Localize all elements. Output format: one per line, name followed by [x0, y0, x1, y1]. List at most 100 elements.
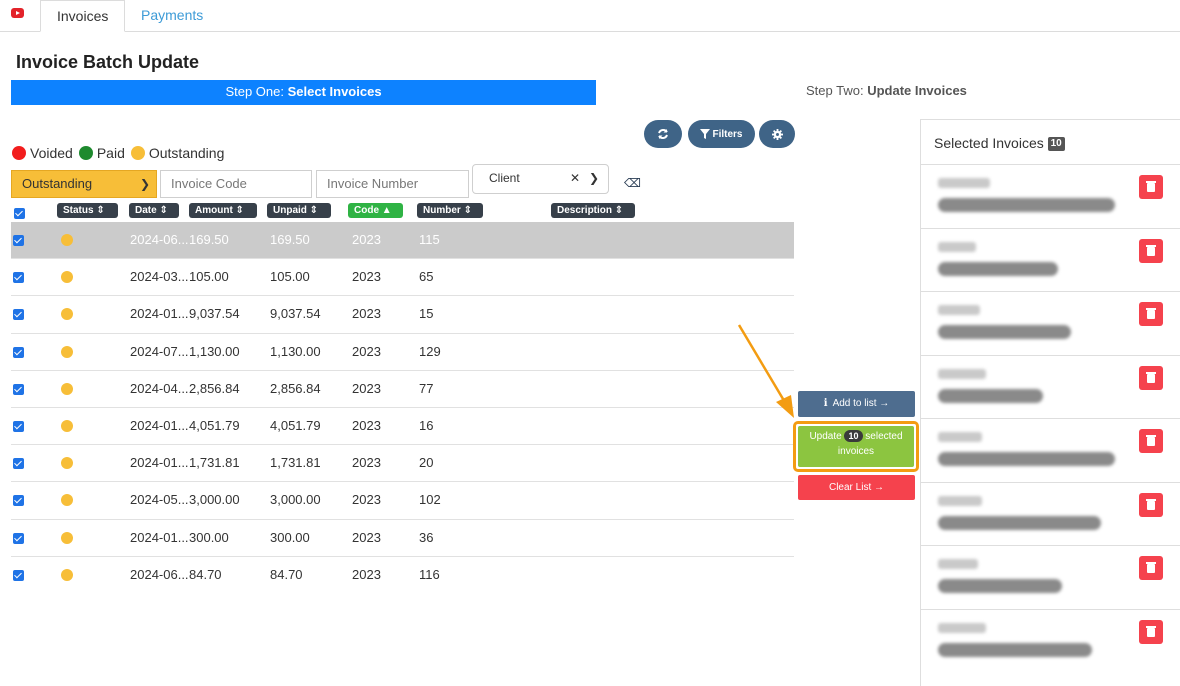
row-unpaid: 169.50 [270, 232, 310, 247]
row-code: 2023 [352, 529, 381, 545]
trash-icon[interactable] [1139, 365, 1163, 390]
column-header-label: Number [423, 205, 461, 216]
eraser-icon[interactable]: ⌫ [624, 176, 641, 190]
column-header-label: Code [354, 205, 379, 216]
update-selected-button[interactable]: Update 10 selected invoices [798, 426, 914, 467]
row-unpaid: 9,037.54 [270, 306, 321, 322]
row-checkbox[interactable] [13, 272, 24, 284]
trash-icon[interactable] [1139, 619, 1163, 644]
row-checkbox[interactable] [13, 532, 24, 544]
client-label: Client [489, 171, 520, 185]
redacted-client [938, 515, 1101, 530]
legend-voided: Voided [30, 145, 73, 161]
table-row[interactable]: 2024-06... 169.50 169.50 2023 115 [11, 222, 794, 260]
clear-list-button[interactable]: Clear List → [798, 475, 915, 500]
redacted-client [938, 325, 1071, 339]
table-row[interactable]: 2024-01... 300.00 300.00 2023 36 [11, 520, 794, 557]
step-one-prefix: Step One: [225, 84, 284, 99]
table-row[interactable]: 2024-07... 1,130.00 1,130.00 2023 129 [11, 334, 794, 371]
status-dot [61, 419, 73, 432]
row-checkbox[interactable] [13, 346, 24, 358]
update-count-badge: 10 [844, 430, 863, 442]
selected-invoices-title: Selected Invoices [934, 135, 1044, 151]
selected-invoices-header: Selected Invoices 10 [921, 120, 1180, 165]
refresh-button[interactable] [644, 120, 682, 148]
row-checkbox[interactable] [13, 458, 24, 470]
column-header-amount[interactable]: Amount ⇕ [189, 203, 257, 218]
row-code: 2023 [352, 269, 381, 285]
redacted-client [938, 261, 1058, 276]
settings-button[interactable] [759, 120, 795, 148]
trash-icon[interactable] [1139, 175, 1163, 199]
row-date: 2024-06... [130, 232, 189, 247]
selected-invoice-item [921, 546, 1180, 610]
select-all-checkbox[interactable] [14, 208, 25, 219]
column-header-description[interactable]: Description ⇕ [551, 203, 635, 218]
chevron-down-icon[interactable]: ❯ [589, 165, 599, 191]
row-checkbox[interactable] [13, 495, 24, 507]
column-header-label: Amount [195, 205, 233, 216]
redacted-code [938, 559, 978, 569]
tab-payments[interactable]: Payments [125, 0, 219, 32]
status-legend: Voided Paid Outstanding [12, 145, 230, 161]
status-dot [61, 457, 73, 470]
column-header-number[interactable]: Number ⇕ [417, 203, 483, 218]
redacted-code [938, 495, 982, 506]
invoice-code-input[interactable]: Invoice Code [160, 170, 312, 198]
row-unpaid: 1,130.00 [270, 343, 321, 359]
row-number: 115 [419, 232, 440, 247]
selected-invoice-item [921, 483, 1180, 546]
step-one-label: Select Invoices [287, 84, 382, 99]
invoice-number-input[interactable]: Invoice Number [316, 170, 469, 198]
clear-list-label: Clear List [828, 482, 872, 493]
status-filter-select[interactable]: Outstanding ❯ [11, 170, 157, 198]
client-select[interactable]: Client ✕ ❯ [472, 164, 609, 194]
row-code: 2023 [352, 492, 381, 508]
tab-invoices[interactable]: Invoices [40, 0, 126, 32]
clear-icon[interactable]: ✕ [570, 165, 580, 191]
tab-bar: Invoices Payments [0, 0, 1180, 32]
trash-icon[interactable] [1139, 492, 1163, 517]
row-checkbox[interactable] [13, 383, 24, 395]
table-row[interactable]: 2024-05... 3,000.00 3,000.00 2023 102 [11, 482, 794, 520]
youtube-icon[interactable] [11, 8, 24, 18]
row-date: 2024-03... [130, 269, 189, 285]
row-checkbox[interactable] [13, 235, 24, 246]
redacted-client [938, 452, 1115, 466]
trash-icon[interactable] [1139, 302, 1163, 326]
table-row[interactable]: 2024-03... 105.00 105.00 2023 65 [11, 259, 794, 297]
column-header-date[interactable]: Date ⇕ [129, 203, 179, 218]
row-amount: 2,856.84 [189, 380, 240, 396]
column-header-code[interactable]: Code ▲ [348, 203, 403, 218]
trash-icon[interactable] [1139, 556, 1163, 580]
chevron-down-icon: ❯ [139, 177, 150, 191]
table-row[interactable]: 2024-01... 9,037.54 9,037.54 2023 15 [11, 296, 794, 334]
row-unpaid: 105.00 [270, 269, 310, 285]
column-header-unpaid[interactable]: Unpaid ⇕ [267, 203, 331, 218]
table-row[interactable]: 2024-01... 4,051.79 4,051.79 2023 16 [11, 408, 794, 446]
row-code: 2023 [352, 455, 381, 471]
row-amount: 1,731.81 [189, 455, 240, 471]
status-dot [61, 308, 73, 321]
filters-button[interactable]: Filters [688, 120, 755, 148]
redacted-code [938, 241, 976, 252]
filters-label: Filters [712, 128, 743, 140]
column-header-status[interactable]: Status ⇕ [57, 203, 118, 218]
row-checkbox[interactable] [13, 569, 24, 581]
table-row[interactable]: 2024-01... 1,731.81 1,731.81 2023 20 [11, 445, 794, 483]
row-date: 2024-01... [130, 455, 189, 471]
row-amount: 169.50 [189, 232, 229, 247]
row-checkbox[interactable] [13, 420, 24, 432]
table-row[interactable]: 2024-04... 2,856.84 2,856.84 2023 77 [11, 371, 794, 408]
add-to-list-button[interactable]: i Add to list → [798, 391, 915, 417]
trash-icon[interactable] [1139, 429, 1163, 453]
row-checkbox[interactable] [13, 309, 24, 321]
redacted-code [938, 432, 982, 442]
table-row[interactable]: 2024-06... 84.70 84.70 2023 116 [11, 557, 794, 594]
step-two-prefix: Step Two: [806, 83, 864, 98]
redacted-client [938, 642, 1092, 657]
update-label-prefix: Update [809, 431, 842, 442]
row-number: 20 [419, 455, 434, 471]
trash-icon[interactable] [1139, 238, 1163, 263]
row-amount: 3,000.00 [189, 492, 240, 508]
